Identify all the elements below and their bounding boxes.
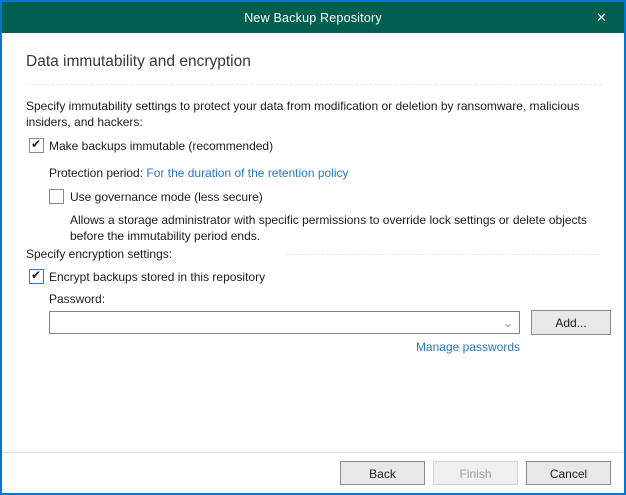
titlebar: New Backup Repository: [2, 2, 624, 33]
page-title: Data immutability and encryption: [26, 53, 251, 71]
encryption-separator: [286, 254, 600, 255]
manage-passwords-row: Manage passwords: [49, 340, 520, 354]
close-icon: ✕: [596, 10, 607, 26]
governance-mode-checkbox[interactable]: ✔: [49, 189, 64, 204]
protection-period-link[interactable]: For the duration of the retention policy: [146, 166, 348, 180]
footer-separator: [2, 452, 624, 453]
make-immutable-checkbox[interactable]: ✔: [29, 138, 44, 153]
chevron-down-icon[interactable]: ⌄: [497, 312, 519, 333]
immutability-intro-text: Specify immutability settings to protect…: [26, 98, 606, 130]
cancel-button[interactable]: Cancel: [526, 461, 611, 485]
governance-description: Allows a storage administrator with spec…: [70, 212, 618, 244]
window-title: New Backup Repository: [244, 11, 382, 25]
protection-period-row: Protection period: For the duration of t…: [49, 166, 349, 180]
close-button[interactable]: ✕: [579, 2, 624, 33]
password-input[interactable]: [50, 312, 497, 333]
footer-buttons: Back Finish Cancel: [340, 461, 611, 485]
make-immutable-label[interactable]: Make backups immutable (recommended): [49, 139, 273, 153]
add-password-button[interactable]: Add...: [531, 310, 611, 335]
heading-separator: [26, 84, 602, 85]
check-icon: ✔: [31, 137, 41, 152]
encryption-intro-text: Specify encryption settings:: [26, 247, 172, 261]
protection-period-label: Protection period:: [49, 166, 143, 180]
finish-button[interactable]: Finish: [433, 461, 518, 485]
manage-passwords-link[interactable]: Manage passwords: [416, 340, 520, 354]
back-button[interactable]: Back: [340, 461, 425, 485]
encrypt-backups-checkbox[interactable]: ✔: [29, 269, 44, 284]
check-icon: ✔: [31, 268, 41, 283]
encrypt-backups-label[interactable]: Encrypt backups stored in this repositor…: [49, 270, 265, 284]
password-combobox[interactable]: ⌄: [49, 311, 520, 334]
new-backup-repository-dialog: New Backup Repository ✕ Data immutabilit…: [0, 0, 626, 495]
governance-mode-label[interactable]: Use governance mode (less secure): [70, 190, 263, 204]
password-label: Password:: [49, 292, 105, 306]
